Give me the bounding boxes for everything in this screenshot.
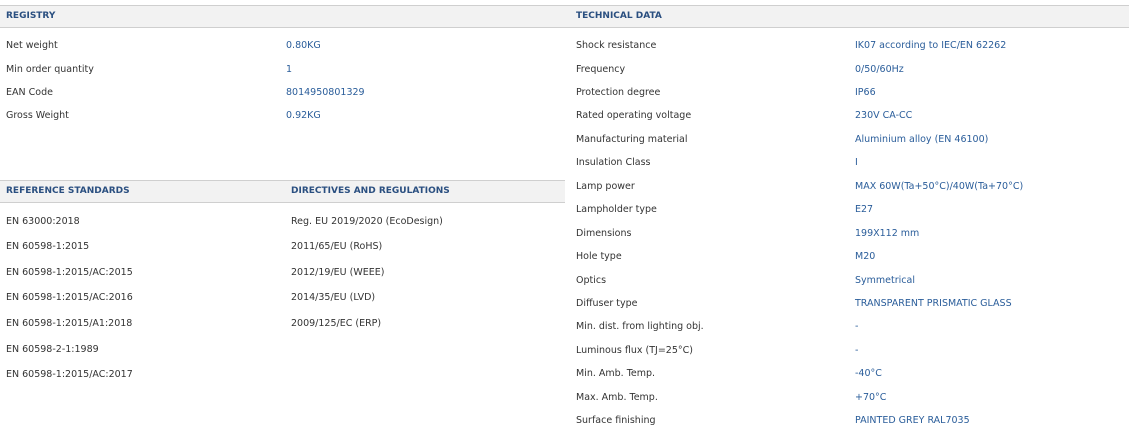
technical-label: Optics (576, 275, 607, 286)
technical-value: 0/50/60Hz (855, 64, 904, 75)
standards-header-bar: REFERENCE STANDARDS DIRECTIVES AND REGUL… (0, 180, 565, 203)
technical-label: Dimensions (576, 228, 632, 239)
standard-item: EN 63000:2018 (6, 216, 80, 227)
technical-value: I (855, 157, 858, 168)
directive-item: 2011/65/EU (RoHS) (291, 241, 383, 252)
technical-value: Aluminium alloy (EN 46100) (855, 134, 989, 145)
technical-label: Frequency (576, 64, 626, 75)
technical-label: Lampholder type (576, 204, 657, 215)
technical-label: Min. dist. from lighting obj. (576, 321, 704, 332)
registry-value: 8014950801329 (286, 87, 365, 98)
technical-value: +70°C (855, 392, 887, 403)
technical-value: IK07 according to IEC/EN 62262 (855, 40, 1007, 51)
technical-data-header: TECHNICAL DATA (576, 11, 662, 21)
technical-value: - (855, 345, 859, 356)
technical-label: Insulation Class (576, 157, 651, 168)
technical-label: Shock resistance (576, 40, 657, 51)
standard-item: EN 60598-1:2015/AC:2017 (6, 369, 133, 380)
directive-item: 2009/125/EC (ERP) (291, 318, 382, 329)
standard-item: EN 60598-1:2015/A1:2018 (6, 318, 133, 329)
registry-label: Gross Weight (6, 110, 69, 121)
technical-value: - (855, 321, 859, 332)
technical-label: Diffuser type (576, 298, 638, 309)
standard-item: EN 60598-1:2015/AC:2015 (6, 267, 133, 278)
technical-value: TRANSPARENT PRISMATIC GLASS (855, 298, 1012, 309)
technical-value: -40°C (855, 368, 882, 379)
registry-label: Min order quantity (6, 64, 94, 75)
technical-value: MAX 60W(Ta+50°C)/40W(Ta+70°C) (855, 181, 1024, 192)
directive-item: 2014/35/EU (LVD) (291, 292, 376, 303)
registry-header: REGISTRY (6, 11, 56, 21)
registry-label: Net weight (6, 40, 58, 51)
technical-value: E27 (855, 204, 874, 215)
technical-value: Symmetrical (855, 275, 915, 286)
technical-data-header-bar: TECHNICAL DATA (565, 5, 1129, 28)
technical-label: Lamp power (576, 181, 635, 192)
technical-label: Luminous flux (TJ=25°C) (576, 345, 693, 356)
directives-header: DIRECTIVES AND REGULATIONS (291, 186, 450, 196)
registry-value: 0.80KG (286, 40, 321, 51)
technical-label: Rated operating voltage (576, 110, 692, 121)
technical-label: Min. Amb. Temp. (576, 368, 656, 379)
technical-label: Surface finishing (576, 415, 656, 426)
registry-label: EAN Code (6, 87, 53, 98)
reference-standards-header: REFERENCE STANDARDS (6, 186, 130, 196)
technical-label: Hole type (576, 251, 622, 262)
directive-item: 2012/19/EU (WEEE) (291, 267, 385, 278)
registry-header-bar: REGISTRY (0, 5, 565, 28)
technical-value: IP66 (855, 87, 876, 98)
registry-value: 0.92KG (286, 110, 321, 121)
standard-item: EN 60598-1:2015 (6, 241, 90, 252)
technical-label: Manufacturing material (576, 134, 688, 145)
technical-label: Max. Amb. Temp. (576, 392, 658, 403)
technical-value: 230V CA-CC (855, 110, 913, 121)
technical-value: 199X112 mm (855, 228, 920, 239)
technical-value: M20 (855, 251, 876, 262)
registry-value: 1 (286, 64, 293, 75)
technical-label: Protection degree (576, 87, 661, 98)
directive-item: Reg. EU 2019/2020 (EcoDesign) (291, 216, 443, 227)
technical-value: PAINTED GREY RAL7035 (855, 415, 970, 426)
standard-item: EN 60598-2-1:1989 (6, 344, 99, 355)
standard-item: EN 60598-1:2015/AC:2016 (6, 292, 133, 303)
